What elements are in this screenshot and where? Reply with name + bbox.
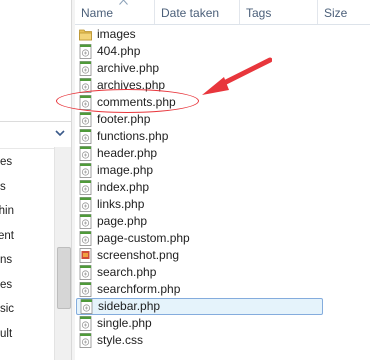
column-header-bar: Name Date taken Tags Size — [75, 0, 370, 25]
php-file-icon — [80, 299, 93, 314]
php-file-icon — [79, 316, 92, 331]
navigation-list: es s hin tent ns es sic ult — [0, 150, 54, 346]
navigation-item[interactable]: es — [0, 150, 14, 175]
file-row[interactable]: page-custom.php — [75, 230, 370, 247]
navigation-item[interactable]: sic — [0, 297, 14, 322]
file-row[interactable]: page.php — [75, 213, 370, 230]
php-file-icon — [79, 265, 92, 280]
file-name: page-custom.php — [97, 231, 190, 245]
file-name: header.php — [97, 146, 158, 160]
file-name: page.php — [97, 214, 148, 228]
navigation-item-label: s — [0, 180, 6, 193]
php-file-icon — [79, 112, 92, 127]
php-file-icon — [79, 61, 92, 76]
navigation-item-label: ult — [0, 327, 13, 340]
php-file-icon — [79, 146, 92, 161]
file-name: image.php — [97, 163, 154, 177]
column-header-date-taken[interactable]: Date taken — [155, 0, 240, 24]
scrollbar-thumb[interactable] — [57, 247, 71, 309]
php-file-icon — [79, 163, 92, 178]
navigation-item[interactable]: ult — [0, 322, 14, 347]
file-row[interactable]: screenshot.png — [75, 247, 370, 264]
navigation-dropdown[interactable] — [0, 121, 71, 149]
navigation-item-label: sic — [0, 303, 14, 315]
navigation-scrollbar[interactable] — [54, 147, 71, 360]
navigation-item[interactable]: hin — [0, 199, 14, 224]
navigation-item[interactable]: ns — [0, 248, 14, 273]
column-header-date-label: Date taken — [161, 6, 220, 20]
file-row[interactable]: links.php — [75, 196, 370, 213]
file-name: screenshot.png — [97, 248, 180, 262]
highlight-ellipse — [56, 89, 199, 113]
navigation-item-label: ns — [0, 254, 13, 266]
column-header-tags[interactable]: Tags — [240, 0, 318, 24]
file-row[interactable]: footer.php — [75, 111, 370, 128]
navigation-item-label: hin — [0, 205, 14, 217]
file-name: images — [97, 27, 136, 41]
file-row[interactable]: style.css — [75, 332, 370, 349]
css-file-icon — [79, 333, 92, 348]
navigation-item[interactable]: s — [0, 175, 14, 200]
navigation-item-label: tent — [0, 229, 14, 242]
column-header-name[interactable]: Name — [75, 0, 155, 24]
php-file-icon — [79, 180, 92, 195]
red-arrow-annotation — [202, 57, 272, 95]
png-file-icon — [79, 248, 92, 263]
file-row[interactable]: functions.php — [75, 128, 370, 145]
navigation-item[interactable]: tent — [0, 224, 14, 249]
file-name: single.php — [97, 316, 152, 330]
file-row[interactable]: images — [75, 26, 370, 43]
file-row[interactable]: sidebar.php — [76, 298, 323, 315]
file-row[interactable]: index.php — [75, 179, 370, 196]
file-row[interactable]: search.php — [75, 264, 370, 281]
file-name: archive.php — [97, 61, 160, 75]
file-name: links.php — [97, 197, 145, 211]
sort-ascending-icon — [119, 0, 128, 5]
file-row[interactable]: searchform.php — [75, 281, 370, 298]
php-file-icon — [79, 282, 92, 297]
navigation-item[interactable]: es — [0, 273, 14, 298]
file-name: functions.php — [97, 129, 169, 143]
php-file-icon — [79, 44, 92, 59]
navigation-item-label: es — [0, 156, 13, 168]
column-header-size[interactable]: Size — [318, 0, 370, 24]
file-name: search.php — [97, 265, 157, 279]
php-file-icon — [79, 197, 92, 212]
php-file-icon — [79, 214, 92, 229]
file-row[interactable]: single.php — [75, 315, 370, 332]
php-file-icon — [79, 231, 92, 246]
file-row[interactable]: header.php — [75, 145, 370, 162]
file-name: sidebar.php — [98, 299, 161, 313]
column-header-tags-label: Tags — [246, 6, 272, 20]
file-name: searchform.php — [97, 282, 181, 296]
navigation-item-label: es — [0, 278, 13, 291]
file-name: footer.php — [97, 112, 151, 126]
file-name: 404.php — [97, 44, 141, 58]
php-file-icon — [79, 129, 92, 144]
column-header-name-label: Name — [81, 6, 114, 20]
file-name: index.php — [97, 180, 150, 194]
navigation-pane: es s hin tent ns es sic ult — [0, 0, 71, 360]
file-row[interactable]: image.php — [75, 162, 370, 179]
column-header-size-label: Size — [324, 6, 348, 20]
file-name: style.css — [97, 333, 144, 347]
chevron-down-icon[interactable] — [54, 127, 66, 139]
folder-icon — [79, 29, 92, 41]
